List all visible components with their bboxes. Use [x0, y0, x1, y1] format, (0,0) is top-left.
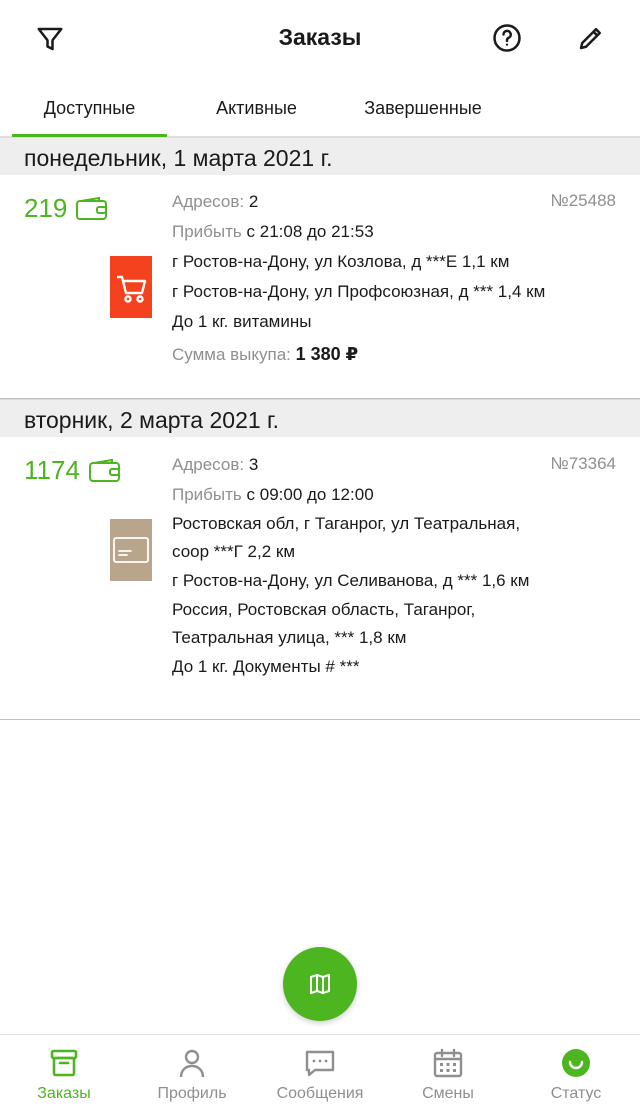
- app-header: Заказы: [0, 0, 640, 80]
- nav-orders[interactable]: Заказы: [0, 1035, 128, 1110]
- nav-messages[interactable]: Сообщения: [256, 1035, 384, 1110]
- cargo-description: До 1 кг. Документы # ***: [172, 657, 360, 676]
- messages-icon: [305, 1050, 335, 1077]
- map-icon: [310, 974, 330, 994]
- arrive-label: Прибыть: [172, 222, 242, 241]
- addresses-count: 2: [248, 192, 259, 211]
- order-price: 1174: [24, 455, 122, 486]
- edit-button[interactable]: [571, 18, 611, 58]
- tab-completed[interactable]: Завершенные: [338, 80, 508, 137]
- address-line: соор ***Г 2,2 км: [172, 542, 296, 561]
- orders-box-icon: [50, 1049, 78, 1077]
- addresses-label: Адресов:: [172, 455, 245, 474]
- sum-label: Сумма выкупа:: [172, 345, 291, 364]
- help-button[interactable]: [487, 18, 527, 58]
- calendar-icon: [433, 1048, 463, 1078]
- addresses-count: 3: [248, 455, 259, 474]
- profile-icon: [179, 1049, 205, 1078]
- address-line: г Ростов-на-Дону, ул Профсоюзная, д *** …: [172, 282, 546, 301]
- order-price: 219: [24, 193, 109, 224]
- order-card[interactable]: 219 №25488 Адресов: 2 Прибыть с 21:08 до…: [0, 175, 640, 399]
- wallet-icon: [76, 196, 108, 220]
- cargo-description: До 1 кг. витамины: [172, 312, 312, 331]
- arrive-label: Прибыть: [172, 485, 242, 504]
- order-details: Адресов: 3 Прибыть с 09:00 до 12:00 Рост…: [172, 450, 616, 682]
- order-type-badge: [110, 256, 152, 318]
- address-line: Театральная улица, *** 1,8 км: [172, 628, 407, 647]
- tab-active[interactable]: Активные: [184, 80, 329, 137]
- nav-profile[interactable]: Профиль: [128, 1035, 256, 1110]
- nav-shifts[interactable]: Смены: [384, 1035, 512, 1110]
- tab-available[interactable]: Доступные: [12, 80, 167, 138]
- address-line: Ростовская обл, г Таганрог, ул Театральн…: [172, 514, 521, 533]
- bottom-navigation: Заказы Профиль Сообщения Смены Статус: [0, 1034, 640, 1110]
- day-header: вторник, 2 марта 2021 г.: [0, 399, 640, 437]
- address-line: г Ростов-на-Дону, ул Селиванова, д *** 1…: [172, 571, 530, 590]
- help-icon: [493, 24, 521, 52]
- order-details: Адресов: 2 Прибыть с 21:08 до 21:53 г Ро…: [172, 187, 616, 370]
- address-line: г Ростов-на-Дону, ул Козлова, д ***Е 1,1…: [172, 252, 510, 271]
- address-line: Россия, Ростовская область, Таганрог,: [172, 600, 476, 619]
- order-price-value: 1174: [24, 455, 80, 485]
- order-tabs: Доступные Активные Завершенные: [0, 80, 640, 138]
- nav-status[interactable]: Статус: [512, 1035, 640, 1110]
- nav-label: Профиль: [157, 1085, 227, 1102]
- order-card[interactable]: 1174 №73364 Адресов: 3 Прибыть с 09:00 д…: [0, 437, 640, 720]
- shopping-cart-icon: [117, 275, 147, 303]
- day-header: понедельник, 1 марта 2021 г.: [0, 137, 640, 175]
- wallet-icon: [88, 458, 120, 482]
- document-card-icon: [113, 537, 149, 563]
- status-smile-icon: [562, 1049, 590, 1077]
- arrive-time: с 21:08 до 21:53: [246, 222, 374, 241]
- order-price-value: 219: [24, 193, 68, 223]
- sum-value: 1 380 ₽: [295, 344, 359, 364]
- arrive-time: с 09:00 до 12:00: [246, 485, 374, 504]
- nav-label: Смены: [422, 1085, 474, 1102]
- map-button[interactable]: [283, 947, 357, 1021]
- nav-label: Сообщения: [276, 1085, 364, 1102]
- addresses-label: Адресов:: [172, 192, 245, 211]
- nav-label: Заказы: [37, 1085, 91, 1102]
- edit-icon: [579, 28, 601, 50]
- page-title: Заказы: [278, 24, 362, 50]
- order-type-badge: [110, 519, 152, 581]
- nav-label: Статус: [550, 1085, 602, 1102]
